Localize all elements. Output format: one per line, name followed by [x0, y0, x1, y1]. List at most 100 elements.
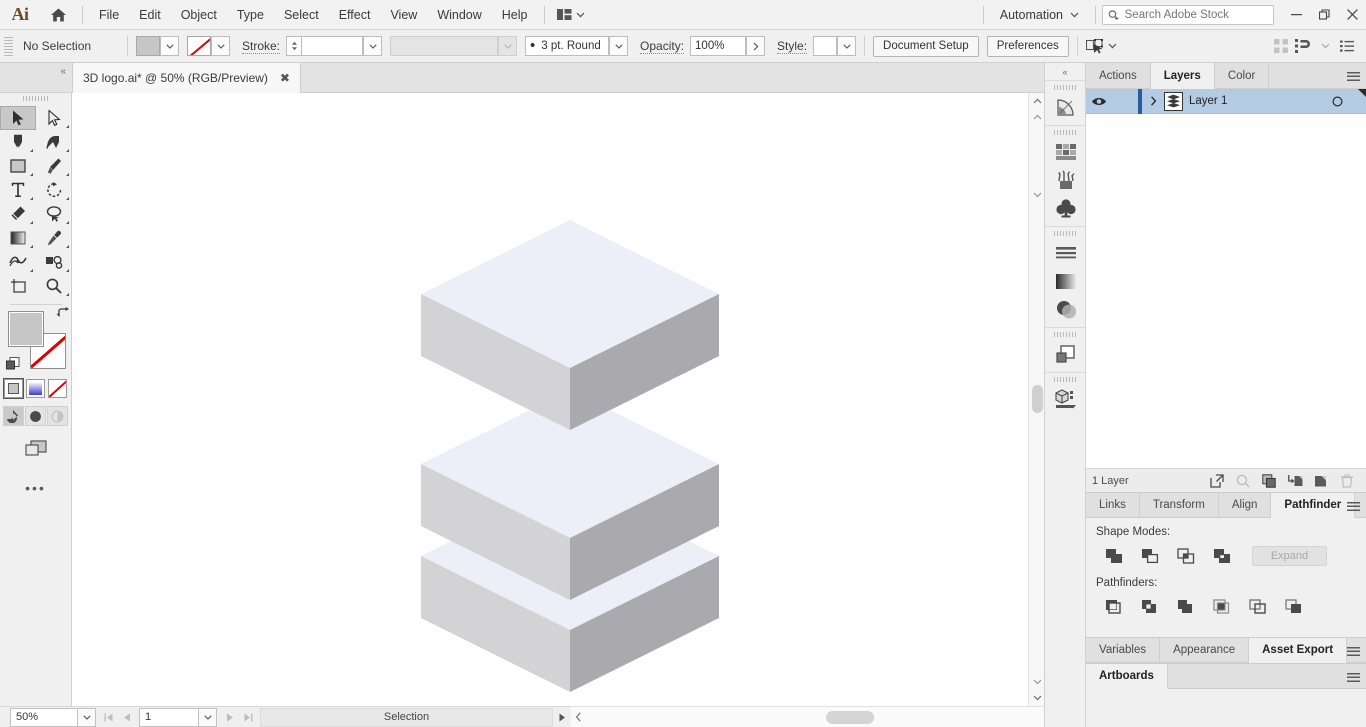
graphic-style-swatch[interactable]: [813, 36, 838, 56]
vertical-scroll-thumb[interactable]: [1032, 385, 1043, 413]
fill-control[interactable]: [136, 36, 179, 56]
document-tab[interactable]: 3D logo.ai* @ 50% (RGB/Preview) ✖: [72, 63, 301, 93]
next-artboard-button[interactable]: [222, 709, 238, 726]
none-mode-button[interactable]: [48, 379, 67, 398]
rotate-tool[interactable]: [36, 178, 72, 202]
fill-indicator[interactable]: [8, 311, 44, 347]
swap-fill-stroke-icon[interactable]: [56, 307, 70, 321]
more-options-icon[interactable]: [1336, 35, 1358, 57]
shaper-tool[interactable]: [0, 202, 36, 226]
stroke-dock-icon[interactable]: [1045, 239, 1087, 267]
tab-layers[interactable]: Layers: [1150, 63, 1215, 89]
tab-links[interactable]: Links: [1086, 493, 1140, 517]
distribute-icon[interactable]: [1292, 35, 1314, 57]
stroke-label[interactable]: Stroke:: [242, 39, 281, 54]
select-similar-control[interactable]: [1085, 38, 1117, 54]
minus-front-button[interactable]: [1132, 545, 1168, 567]
outline-button[interactable]: [1240, 596, 1276, 618]
merge-button[interactable]: [1168, 596, 1204, 618]
menu-type[interactable]: Type: [227, 0, 274, 30]
find-layer-button[interactable]: [1230, 470, 1256, 492]
draw-normal-button[interactable]: [3, 406, 24, 426]
layers-panel-menu-icon[interactable]: [1340, 63, 1366, 89]
edit-toolbar-button[interactable]: •••: [0, 480, 71, 496]
zoom-tool[interactable]: [36, 274, 72, 298]
artboards-panel-menu-icon[interactable]: [1340, 664, 1366, 690]
create-sublayer-button[interactable]: [1282, 470, 1308, 492]
unite-button[interactable]: [1096, 545, 1132, 567]
3d-logo-artwork[interactable]: [72, 93, 1028, 706]
delete-selection-button[interactable]: [1334, 470, 1360, 492]
width-tool[interactable]: [0, 250, 36, 274]
eye-icon[interactable]: [1086, 96, 1112, 107]
graphic-style-control[interactable]: [813, 36, 857, 56]
shape-builder-dock-icon[interactable]: [1045, 93, 1087, 121]
scroll-left-arrow[interactable]: [575, 712, 582, 724]
search-input[interactable]: [1124, 8, 1268, 21]
tab-artboards[interactable]: Artboards: [1086, 664, 1168, 689]
first-artboard-button[interactable]: [101, 709, 117, 726]
automation-menu[interactable]: Automation: [990, 8, 1089, 22]
tab-align[interactable]: Align: [1218, 493, 1272, 517]
opacity-label[interactable]: Opacity:: [640, 39, 685, 54]
opacity-field[interactable]: 100%: [690, 36, 747, 56]
artboard-number-control[interactable]: 1: [139, 707, 217, 727]
stroke-weight-stepper[interactable]: [286, 36, 302, 56]
minus-back-button[interactable]: [1276, 596, 1312, 618]
symbols-dock-icon[interactable]: [1045, 194, 1087, 222]
rectangle-tool[interactable]: [0, 154, 36, 178]
dock-grip[interactable]: [1054, 130, 1076, 135]
restore-button[interactable]: [1310, 0, 1338, 30]
menu-view[interactable]: View: [380, 0, 427, 30]
selection-tool[interactable]: [0, 106, 36, 130]
pen-tool[interactable]: [0, 130, 36, 154]
minimize-button[interactable]: [1282, 0, 1310, 30]
stroke-weight-dropdown[interactable]: [363, 36, 383, 56]
scroll-down-arrow[interactable]: [1029, 690, 1044, 706]
artboard-number-field[interactable]: 1: [139, 707, 199, 727]
align-icon[interactable]: [1270, 35, 1292, 57]
pathfinder-dock-icon[interactable]: [1045, 340, 1087, 368]
fill-swatch[interactable]: [136, 36, 160, 56]
stroke-color-control[interactable]: [187, 36, 230, 56]
opacity-options-button[interactable]: [746, 36, 766, 56]
stock-search-field[interactable]: [1102, 4, 1274, 25]
close-icon[interactable]: ✖: [280, 72, 290, 84]
tab-appearance[interactable]: Appearance: [1160, 638, 1250, 662]
tab-asset-export[interactable]: Asset Export: [1249, 638, 1348, 663]
dock-grip[interactable]: [1054, 332, 1076, 337]
direct-selection-tool[interactable]: [36, 106, 72, 130]
graphic-style-dropdown[interactable]: [837, 36, 857, 56]
scroll-page-up-arrow[interactable]: [1029, 109, 1044, 125]
3d-effects-dock-icon[interactable]: [1045, 385, 1087, 413]
locate-object-button[interactable]: [1204, 470, 1230, 492]
layer-row[interactable]: Layer 1: [1086, 88, 1366, 114]
menu-window[interactable]: Window: [427, 0, 491, 30]
expand-button[interactable]: Expand: [1252, 546, 1327, 566]
layers-list[interactable]: Layer 1: [1086, 88, 1366, 468]
scroll-up-arrow[interactable]: [1029, 93, 1044, 109]
default-fill-stroke-icon[interactable]: [6, 357, 20, 371]
gradient-mode-button[interactable]: [26, 379, 45, 398]
preferences-button[interactable]: Preferences: [986, 35, 1069, 57]
stroke-profile-field[interactable]: [390, 36, 499, 56]
stroke-profile-control[interactable]: [390, 36, 518, 56]
stroke-none-swatch[interactable]: [187, 36, 211, 56]
fill-dropdown[interactable]: [160, 36, 179, 56]
stroke-color-dropdown[interactable]: [211, 36, 230, 56]
zoom-dropdown[interactable]: [78, 707, 96, 727]
last-artboard-button[interactable]: [240, 709, 256, 726]
divide-button[interactable]: [1096, 596, 1132, 618]
free-transform-tool[interactable]: [36, 250, 72, 274]
control-bar-grip[interactable]: [4, 36, 13, 56]
eyedropper-tool[interactable]: [36, 226, 72, 250]
exclude-button[interactable]: [1204, 545, 1240, 567]
status-text-field[interactable]: Selection: [260, 707, 553, 727]
layer-name[interactable]: Layer 1: [1189, 95, 1322, 107]
previous-artboard-button[interactable]: [119, 709, 135, 726]
artboard-number-dropdown[interactable]: [199, 707, 217, 727]
dock-grip[interactable]: [1054, 377, 1076, 382]
brush-definition-field[interactable]: • 3 pt. Round: [525, 36, 610, 56]
artboard[interactable]: [72, 93, 1028, 706]
menu-select[interactable]: Select: [274, 0, 329, 30]
